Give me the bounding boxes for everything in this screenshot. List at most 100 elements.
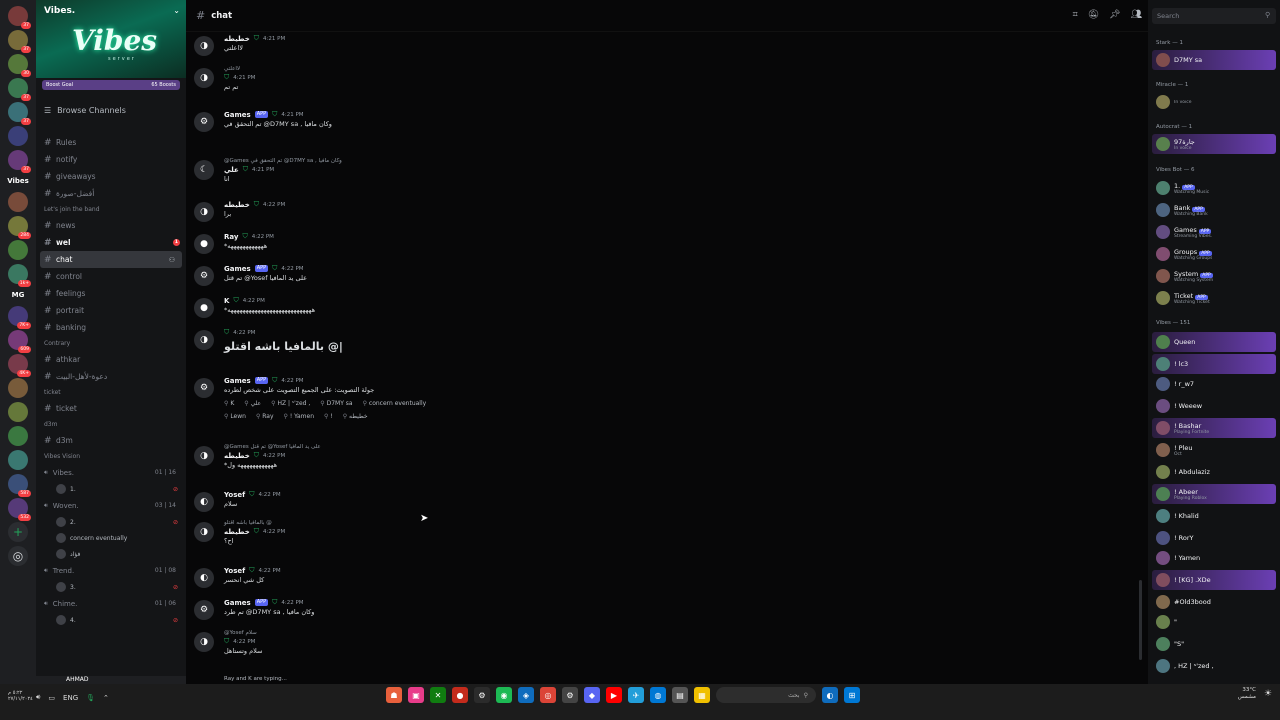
voice-user[interactable]: 1. ⊘ <box>36 481 186 497</box>
avatar[interactable]: ◑ <box>194 632 214 652</box>
taskbar-weather[interactable]: 33°C مشمس ☀ <box>1238 687 1272 701</box>
taskbar-app-icon[interactable]: ◆ <box>584 687 600 703</box>
avatar[interactable]: ⚙ <box>194 112 214 132</box>
voice-channel[interactable]: 🔊︎ Woven. 03 | 14 <box>36 497 186 514</box>
author-name[interactable]: Games <box>224 599 251 607</box>
member-item[interactable]: D7MY sa <box>1152 50 1276 70</box>
server-header[interactable]: Vibes. ⌄ Vibes server <box>36 0 186 78</box>
author-name[interactable]: خطيطه <box>224 452 250 460</box>
members-icon[interactable]: 👥︎ <box>1131 10 1142 20</box>
server-icon[interactable]: 37 <box>8 6 31 29</box>
avatar[interactable]: ◑ <box>194 68 214 88</box>
member-item[interactable]: " <box>1152 612 1276 632</box>
avatar[interactable]: ◑ <box>194 522 214 542</box>
network-icon[interactable]: ▭ <box>48 694 55 702</box>
search-input[interactable]: Search <box>1152 8 1276 24</box>
server-icon[interactable]: 7K+ <box>8 306 31 329</box>
language-indicator[interactable]: ENG <box>63 694 78 702</box>
avatar[interactable]: ☾ <box>194 160 214 180</box>
member-item[interactable]: , HZ | ˢ'zed , <box>1152 656 1276 676</box>
taskbar-app-icon[interactable]: ◐ <box>822 687 838 703</box>
category-header[interactable]: Vibes Vision <box>36 449 186 464</box>
poll-option-button[interactable]: خطيطه <box>343 413 368 420</box>
taskbar-app-icon[interactable]: ⚙ <box>562 687 578 703</box>
member-item[interactable]: Groups APP Watching Groups <box>1152 244 1276 264</box>
avatar[interactable]: ⚙ <box>194 378 214 398</box>
channel-item[interactable]: # wel 1 <box>36 234 186 251</box>
author-name[interactable]: Games <box>224 265 251 273</box>
member-item[interactable]: ! [KG] .XDe <box>1152 570 1276 590</box>
channel-item[interactable]: # giveaways <box>36 168 186 185</box>
avatar[interactable]: ◐ <box>194 492 214 512</box>
member-item[interactable]: ! Weeew <box>1152 396 1276 416</box>
voice-channel[interactable]: 🔊︎ Chime. 01 | 06 <box>36 595 186 612</box>
voice-user[interactable]: 4. ⊘ <box>36 612 186 628</box>
bell-icon[interactable]: 🔕︎ <box>1088 10 1099 20</box>
server-icon[interactable]: 1k+ <box>8 264 31 287</box>
avatar[interactable]: ◐ <box>194 568 214 588</box>
scrollbar[interactable] <box>1139 580 1142 660</box>
avatar[interactable]: ◑ <box>194 446 214 466</box>
author-name[interactable]: خطيطه <box>224 528 250 536</box>
poll-option-button[interactable]: ! Yamen <box>284 413 314 420</box>
category-header[interactable]: d3m <box>36 417 186 432</box>
channel-item[interactable]: # d3m <box>36 432 186 449</box>
server-icon[interactable]: 284 <box>8 216 31 239</box>
threads-icon[interactable]: ⌗ <box>1073 10 1078 20</box>
voice-user[interactable]: concern eventually <box>36 530 186 546</box>
server-icon[interactable]: 532 <box>8 498 31 521</box>
voice-user[interactable]: 2. ⊘ <box>36 514 186 530</box>
taskbar-app-icon[interactable]: ☗ <box>386 687 402 703</box>
member-item[interactable]: ! RorY <box>1152 528 1276 548</box>
poll-option-button[interactable]: concern eventually <box>363 400 426 407</box>
poll-option-button[interactable]: علي <box>244 400 262 407</box>
server-icon[interactable]: 37 <box>8 30 31 53</box>
server-icon[interactable]: 30 <box>8 54 31 77</box>
server-icon[interactable]: 37 <box>8 78 31 101</box>
channel-item[interactable]: # chat ⚇ <box>40 251 182 268</box>
avatar[interactable]: ◑ <box>194 36 214 56</box>
taskbar-app-icon[interactable]: ▣ <box>408 687 424 703</box>
add-member-icon[interactable]: ⚇ <box>169 256 175 264</box>
author-name[interactable]: K <box>224 297 229 305</box>
reply-preview[interactable]: بالمافيا باشه اقتلو @ <box>224 520 794 526</box>
server-icon[interactable] <box>8 450 28 470</box>
add-server-icon[interactable]: + <box>8 522 28 542</box>
voice-channel[interactable]: 🔊︎ Trend. 01 | 08 <box>36 562 186 579</box>
avatar[interactable]: ● <box>194 234 214 254</box>
member-item[interactable]: "S" <box>1152 634 1276 654</box>
voice-channel[interactable]: 🔊︎ Vibes. 01 | 16 <box>36 464 186 481</box>
browse-channels[interactable]: ☰ Browse Channels <box>44 106 126 115</box>
poll-option-button[interactable]: HZ | ˢ'zed , <box>271 400 310 407</box>
channel-item[interactable]: # أفضل-صورة <box>36 185 186 202</box>
avatar[interactable]: ⚙ <box>194 600 214 620</box>
server-icon[interactable]: Vibes <box>7 174 29 188</box>
author-name[interactable]: خطيطه <box>224 201 250 209</box>
author-name[interactable]: Games <box>224 377 251 385</box>
member-item[interactable]: 97جارة In voice <box>1152 134 1276 154</box>
voice-user[interactable]: فؤاد <box>36 546 186 562</box>
author-name[interactable]: Yosef <box>224 567 245 575</box>
channel-item[interactable]: # دعوة-لأهل-البيت <box>36 368 186 385</box>
avatar[interactable]: ◑ <box>194 202 214 222</box>
member-item[interactable]: ! Abeer Playing Roblox <box>1152 484 1276 504</box>
category-header[interactable]: Let's join the band <box>36 202 186 217</box>
author-name[interactable]: Ray <box>224 233 238 241</box>
channel-item[interactable]: # portrait <box>36 302 186 319</box>
member-item[interactable]: System APP Watching System <box>1152 266 1276 286</box>
member-item[interactable]: ! r_w7 <box>1152 374 1276 394</box>
server-icon[interactable]: 587 <box>8 474 31 497</box>
taskbar-app-icon[interactable]: ● <box>452 687 468 703</box>
member-item[interactable]: #Old3bood <box>1152 592 1276 612</box>
member-item[interactable]: Ticket APP Watching Ticket <box>1152 288 1276 308</box>
server-icon[interactable]: 37 <box>8 102 31 125</box>
avatar[interactable]: ◑ <box>194 330 214 350</box>
author-name[interactable]: علي <box>224 166 239 174</box>
taskbar-app-icon[interactable]: ◍ <box>650 687 666 703</box>
member-item[interactable]: ! Khalid <box>1152 506 1276 526</box>
chevron-down-icon[interactable]: ⌄ <box>173 6 180 15</box>
avatar[interactable]: ● <box>194 298 214 318</box>
reply-preview[interactable]: @Games تم التحقق في @D7MY sa , وكان مافي… <box>224 158 794 164</box>
category-header[interactable]: ticket <box>36 385 186 400</box>
poll-option-button[interactable]: Ray <box>256 413 273 420</box>
